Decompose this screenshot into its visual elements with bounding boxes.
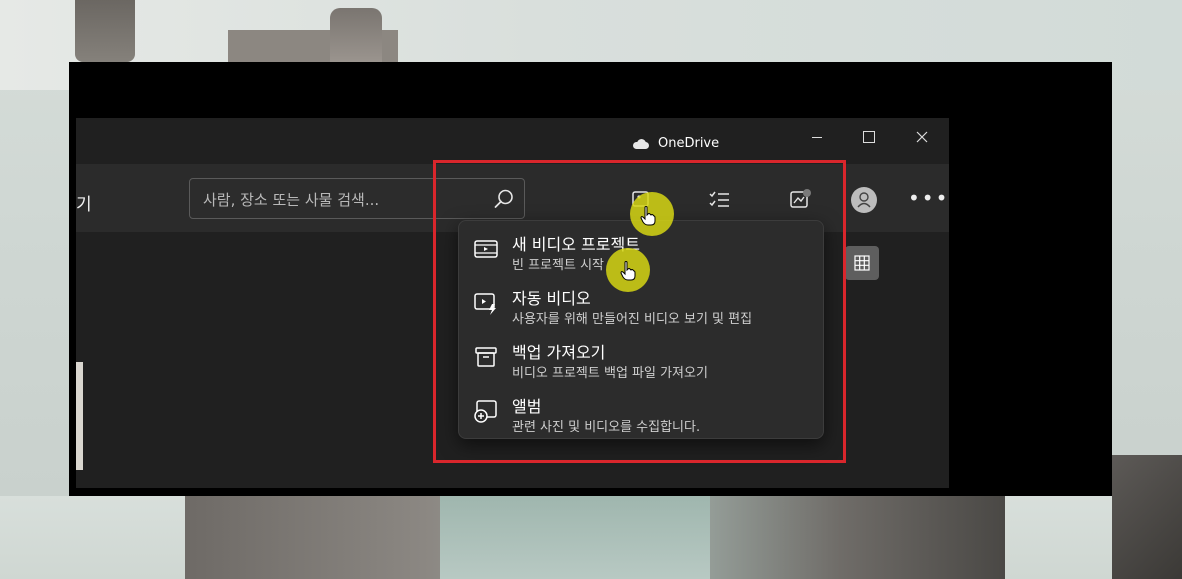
maximize-button[interactable] xyxy=(849,126,889,148)
person-icon xyxy=(857,192,871,208)
minimize-icon xyxy=(812,136,822,138)
close-icon xyxy=(916,131,928,143)
grid-icon xyxy=(854,255,870,271)
monitor-clip-right xyxy=(330,8,382,62)
title-bar: OneDrive xyxy=(76,118,949,164)
nav-label-fragment[interactable]: 기 xyxy=(76,190,92,215)
cloud-icon xyxy=(632,138,650,149)
monitor-edge xyxy=(1112,455,1182,579)
close-button[interactable] xyxy=(902,126,942,148)
avatar[interactable] xyxy=(851,187,877,213)
monitor-clip-left xyxy=(75,0,135,62)
hand-cursor-icon xyxy=(620,261,636,281)
photo-thumbnail[interactable] xyxy=(76,362,83,470)
more-icon: ••• xyxy=(908,186,949,210)
onedrive-label: OneDrive xyxy=(658,136,720,151)
maximize-icon xyxy=(863,131,875,143)
minimize-button[interactable] xyxy=(797,126,837,148)
hand-cursor-icon xyxy=(640,206,656,226)
grid-view-button[interactable] xyxy=(845,246,879,280)
onedrive-status[interactable]: OneDrive xyxy=(632,136,719,151)
monitor-base-glass xyxy=(440,496,710,579)
more-options-button[interactable]: ••• xyxy=(908,186,949,210)
